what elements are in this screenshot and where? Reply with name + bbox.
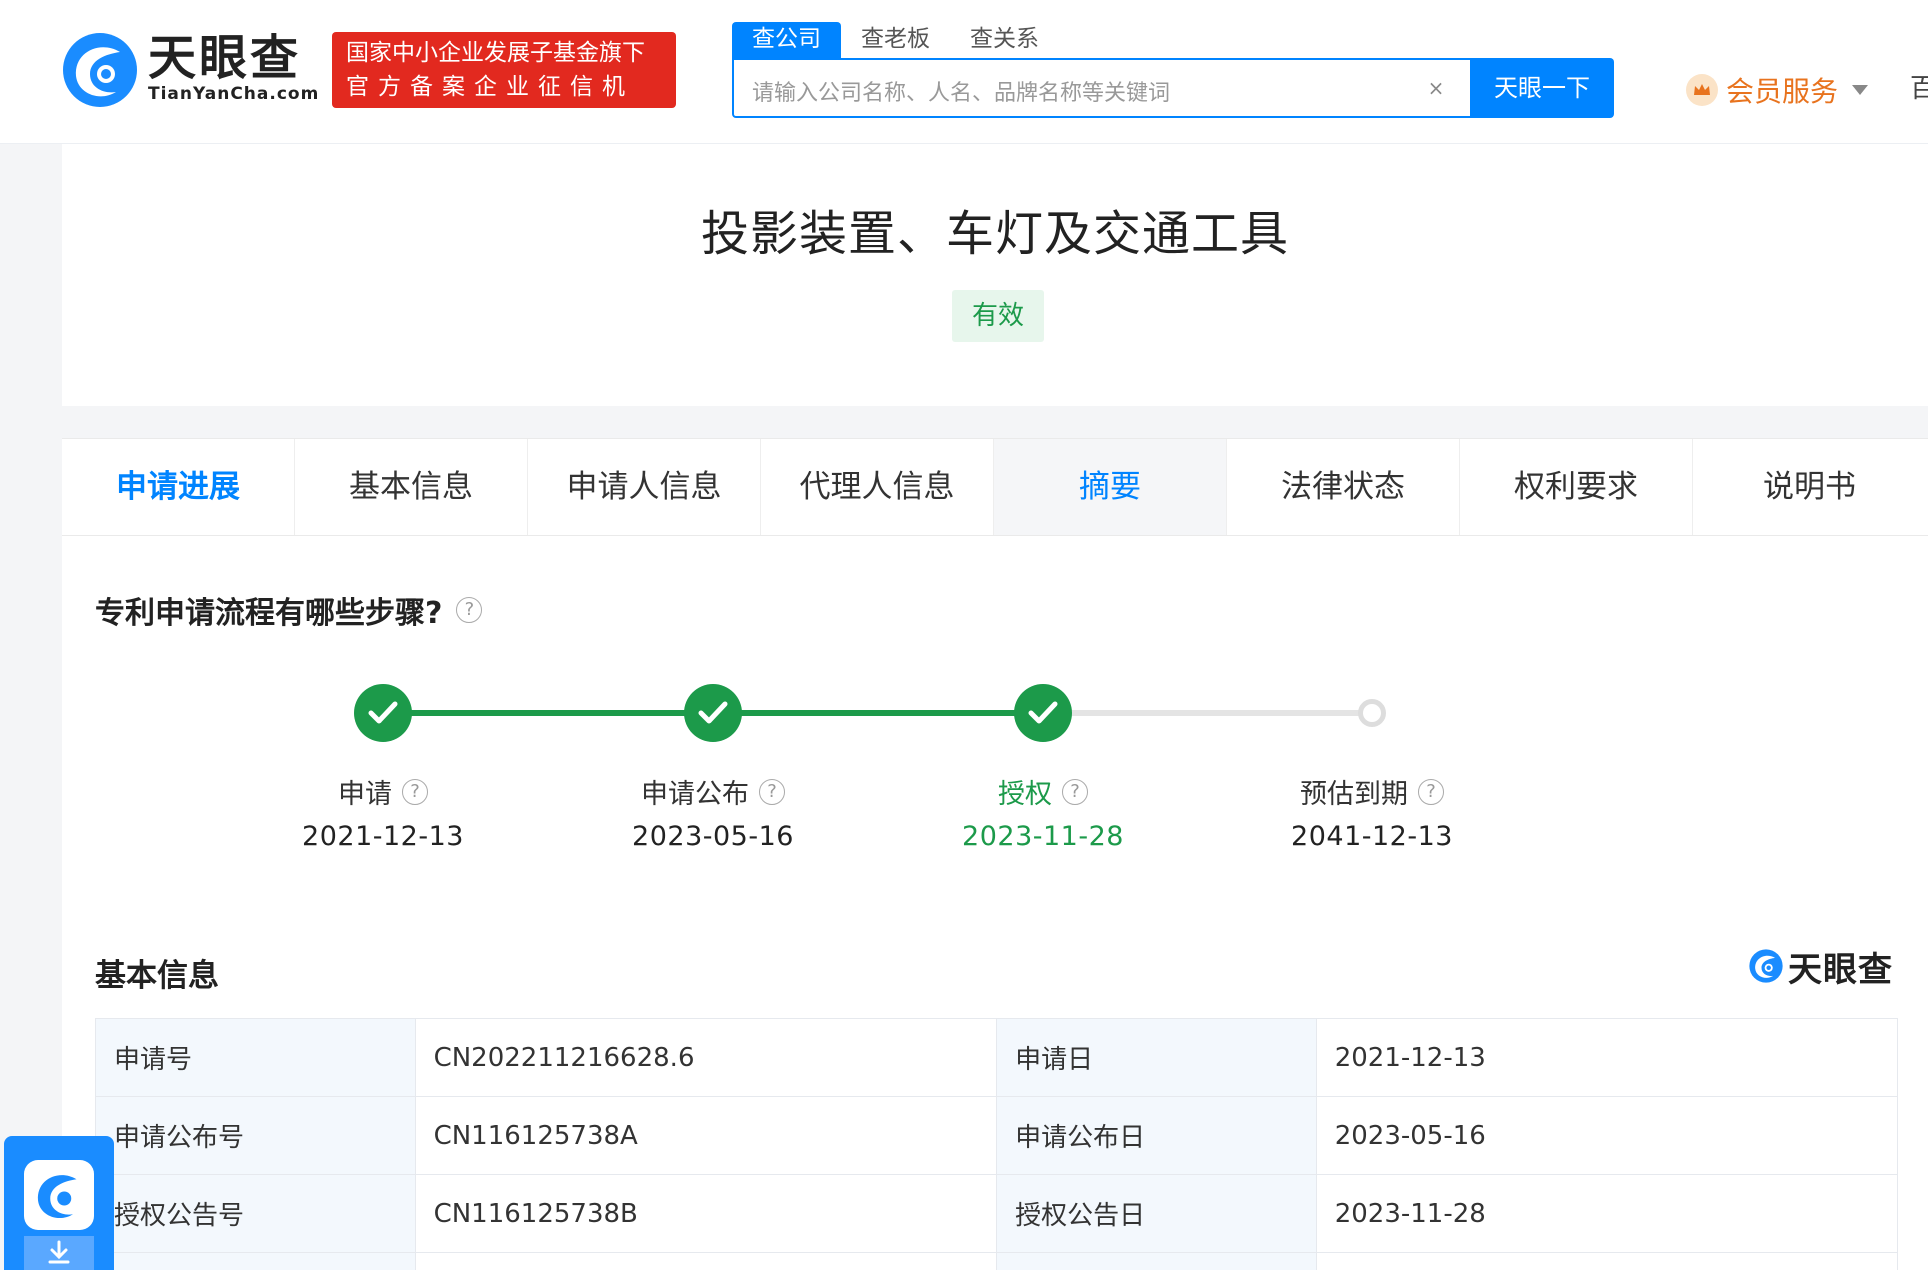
logo-domain: TianYanCha.com xyxy=(148,84,320,104)
patent-title: 投影装置、车灯及交通工具 xyxy=(700,206,1289,262)
top-header: 天眼查 TianYanCha.com 国家中小企业发展子基金旗下 官方备案企业征… xyxy=(0,0,1928,144)
search-input[interactable]: 请输入公司名称、人名、品牌名称等关键词 × 天眼一下 xyxy=(732,58,1614,118)
app-download-float[interactable] xyxy=(4,1136,114,1270)
progress-line-done-2 xyxy=(712,710,1042,716)
table-key xyxy=(996,1252,1317,1270)
help-icon[interactable]: ? xyxy=(759,778,785,805)
watermark-text: 天眼查 xyxy=(1788,949,1893,990)
help-icon[interactable]: ? xyxy=(1062,778,1088,805)
tianyancha-logo[interactable]: 天眼查 TianYanCha.com xyxy=(60,30,318,112)
tab-description[interactable]: 说明书 xyxy=(1693,439,1926,535)
table-key xyxy=(95,1252,416,1270)
tab-legal-status[interactable]: 法律状态 xyxy=(1227,439,1460,535)
tab-basic-info[interactable]: 基本信息 xyxy=(295,439,528,535)
step-label-expiry: 预估到期 ? xyxy=(1242,772,1502,811)
badge-line-2: 官方备案企业征信机构 xyxy=(346,74,634,134)
table-key: 授权公告日 xyxy=(996,1174,1317,1253)
crown-icon xyxy=(1686,74,1718,106)
search-type-tabs: 查公司 查老板 查关系 xyxy=(732,22,1059,58)
help-icon[interactable]: ? xyxy=(1418,778,1444,805)
step-label-text: 申请 xyxy=(338,779,392,810)
badge-line-1: 国家中小企业发展子基金旗下 xyxy=(346,40,645,66)
table-key: 申请日 xyxy=(996,1018,1317,1097)
step-date-grant: 2023-11-28 xyxy=(962,821,1124,852)
search-tab-boss[interactable]: 查老板 xyxy=(841,22,950,58)
table-row: 申请号 CN202211216628.6 申请日 2021-12-13 xyxy=(95,1018,1899,1097)
header-clipped-item[interactable]: 百 xyxy=(1910,68,1928,105)
table-value: 2023-11-28 xyxy=(1315,1174,1899,1253)
table-key: 申请公布日 xyxy=(996,1096,1317,1175)
step-label-text: 授权 xyxy=(998,779,1052,810)
progress-line-pending xyxy=(1072,710,1382,716)
search-tab-relation[interactable]: 查关系 xyxy=(950,22,1059,58)
tianyancha-eye-icon xyxy=(63,33,137,107)
main-content: 专利申请流程有哪些步骤? ? 申请 ? 2021-12-13 申请公布 ? 20… xyxy=(62,536,1928,1270)
table-value xyxy=(414,1252,998,1270)
tianyancha-watermark: 天眼查 xyxy=(1748,944,1893,990)
table-value: CN116125738A xyxy=(414,1096,998,1175)
step-label-grant: 授权 ? xyxy=(913,772,1173,811)
help-icon[interactable]: ? xyxy=(402,778,428,805)
step-label-text: 申请公布 xyxy=(641,779,749,810)
step-node-grant xyxy=(1014,684,1072,742)
status-badge: 有效 xyxy=(952,290,1044,342)
check-icon xyxy=(1028,701,1058,724)
step-label-publish: 申请公布 ? xyxy=(583,772,843,811)
progress-line-done-1 xyxy=(382,710,712,716)
search-button[interactable]: 天眼一下 xyxy=(1470,58,1614,118)
basic-info-table: 申请号 CN202211216628.6 申请日 2021-12-13 申请公布… xyxy=(95,1018,1899,1270)
table-value: CN116125738B xyxy=(414,1174,998,1253)
table-key: 申请号 xyxy=(95,1018,416,1097)
basic-info-title: 基本信息 xyxy=(95,958,219,994)
tab-claims[interactable]: 权利要求 xyxy=(1460,439,1693,535)
step-date-expiry: 2041-12-13 xyxy=(1291,821,1453,852)
logo-text: 天眼查 xyxy=(148,30,302,86)
step-node-expiry xyxy=(1358,699,1386,727)
table-value: 2023-05-16 xyxy=(1315,1096,1899,1175)
step-label-text: 预估到期 xyxy=(1300,779,1408,810)
check-icon xyxy=(698,701,728,724)
step-node-publish xyxy=(684,684,742,742)
tab-applicant[interactable]: 申请人信息 xyxy=(528,439,761,535)
table-value xyxy=(1315,1252,1899,1270)
table-value: 2021-12-13 xyxy=(1315,1018,1899,1097)
tianyancha-eye-icon xyxy=(1749,949,1783,983)
clear-icon[interactable]: × xyxy=(1424,76,1448,100)
step-node-apply xyxy=(354,684,412,742)
table-row: 申请公布号 CN116125738A 申请公布日 2023-05-16 xyxy=(95,1096,1899,1175)
tab-progress[interactable]: 申请进展 xyxy=(62,439,295,535)
detail-tabs: 申请进展 基本信息 申请人信息 代理人信息 摘要 法律状态 权利要求 说明书 xyxy=(62,438,1928,536)
download-icon xyxy=(24,1236,94,1270)
check-icon xyxy=(368,701,398,724)
chevron-down-icon xyxy=(1852,85,1869,95)
search-tab-company[interactable]: 查公司 xyxy=(732,22,841,58)
tab-abstract[interactable]: 摘要 xyxy=(994,439,1227,535)
step-label-apply: 申请 ? xyxy=(253,772,513,811)
table-key: 申请公布号 xyxy=(95,1096,416,1175)
left-rail xyxy=(0,144,62,1270)
vip-service-menu[interactable]: 会员服务 xyxy=(1686,70,1869,110)
patent-title-card: 投影装置、车灯及交通工具 有效 xyxy=(62,144,1928,406)
official-badge: 国家中小企业发展子基金旗下 官方备案企业征信机构 xyxy=(332,32,676,134)
table-value: CN202211216628.6 xyxy=(414,1018,998,1097)
tab-agent[interactable]: 代理人信息 xyxy=(761,439,994,535)
table-row: 授权公告号 CN116125738B 授权公告日 2023-11-28 xyxy=(95,1174,1899,1253)
search-placeholder: 请输入公司名称、人名、品牌名称等关键词 xyxy=(752,81,1171,106)
vip-label: 会员服务 xyxy=(1726,75,1839,108)
table-row xyxy=(95,1252,1899,1270)
step-date-apply: 2021-12-13 xyxy=(302,821,464,852)
progress-stepper: 申请 ? 2021-12-13 申请公布 ? 2023-05-16 授权 ? 2… xyxy=(62,536,1928,856)
table-key: 授权公告号 xyxy=(95,1174,416,1253)
app-icon xyxy=(24,1160,94,1230)
step-date-publish: 2023-05-16 xyxy=(632,821,794,852)
